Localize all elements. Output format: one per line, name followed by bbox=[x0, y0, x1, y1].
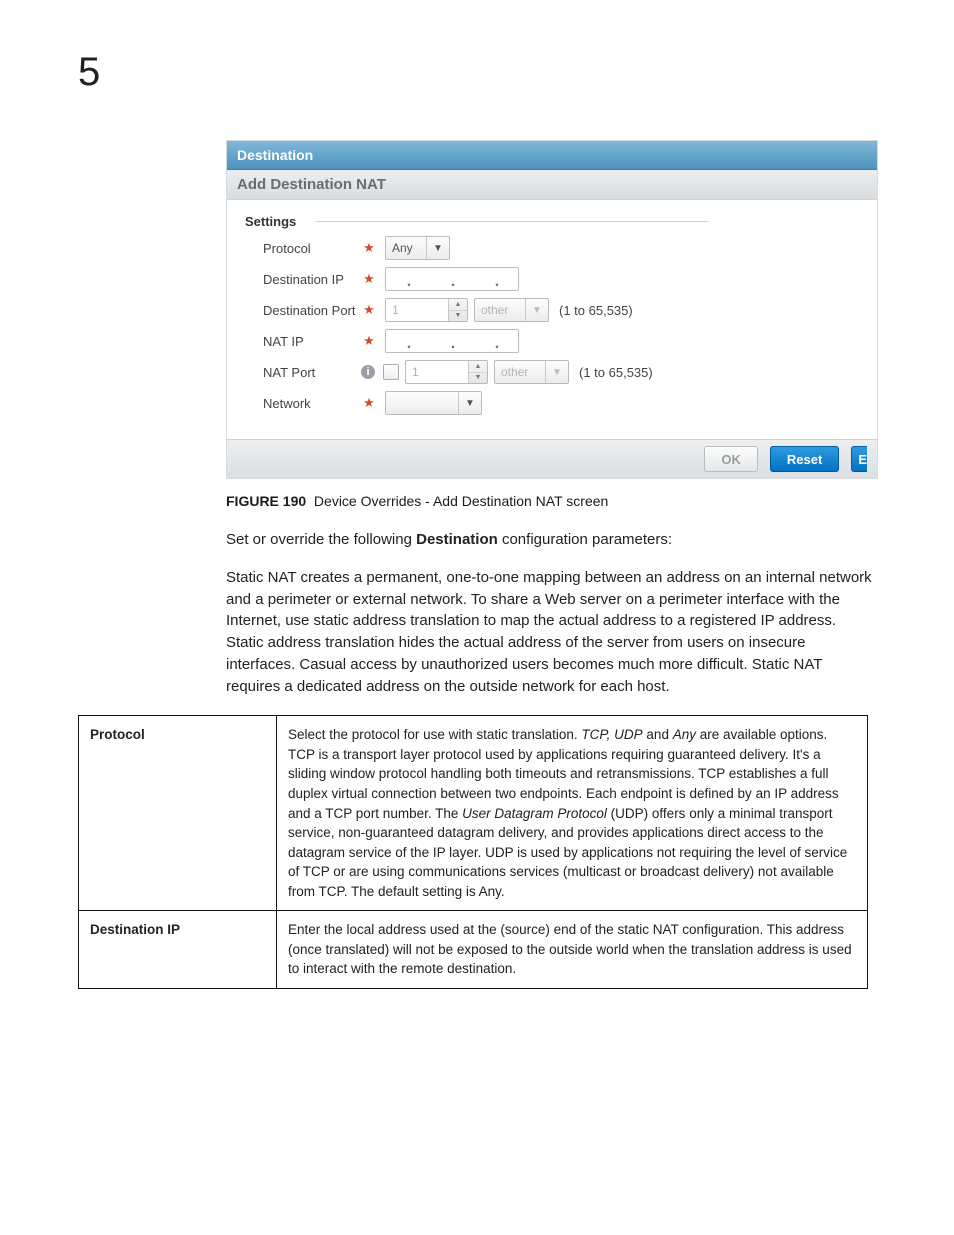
spinner-up-icon[interactable]: ▲ bbox=[449, 299, 467, 311]
destination-port-hint: (1 to 65,535) bbox=[559, 303, 633, 318]
destination-port-unit-select[interactable]: other ▼ bbox=[474, 298, 549, 322]
term-protocol: Protocol bbox=[79, 716, 277, 911]
protocol-select-value: Any bbox=[386, 241, 426, 255]
body-text: Set or override the following Destinatio… bbox=[226, 529, 876, 697]
label-protocol: Protocol bbox=[263, 241, 361, 256]
label-destination-ip: Destination IP bbox=[263, 272, 361, 287]
chapter-number: 5 bbox=[78, 50, 100, 95]
spinner-down-icon[interactable]: ▼ bbox=[469, 373, 487, 384]
info-icon: i bbox=[361, 365, 375, 379]
required-icon: ★ bbox=[361, 271, 377, 287]
table-row: Protocol Select the protocol for use wit… bbox=[79, 716, 868, 911]
intro-post: configuration parameters: bbox=[498, 531, 672, 548]
destination-port-spinner[interactable]: 1 ▲▼ bbox=[385, 298, 468, 322]
spinner-up-icon[interactable]: ▲ bbox=[469, 361, 487, 373]
label-network: Network bbox=[263, 396, 361, 411]
settings-fieldset-label: Settings bbox=[245, 214, 302, 229]
nat-port-hint: (1 to 65,535) bbox=[579, 365, 653, 380]
chevron-down-icon: ▼ bbox=[426, 237, 449, 259]
dialog-titlebar: Destination bbox=[227, 141, 877, 170]
label-nat-port: NAT Port bbox=[263, 365, 361, 380]
term-destination-ip: Destination IP bbox=[79, 911, 277, 989]
required-icon: ★ bbox=[361, 302, 377, 318]
nat-port-unit-value: other bbox=[495, 365, 545, 379]
static-nat-paragraph: Static NAT creates a permanent, one-to-o… bbox=[226, 567, 876, 698]
fieldset-divider bbox=[315, 221, 709, 222]
label-destination-port: Destination Port bbox=[263, 303, 361, 318]
nat-ip-input[interactable]: ... bbox=[385, 329, 519, 353]
row-network: Network ★ ▼ bbox=[263, 390, 859, 416]
ok-button[interactable]: OK bbox=[704, 446, 758, 472]
dialog-subtitle: Add Destination NAT bbox=[227, 170, 877, 200]
chevron-down-icon: ▼ bbox=[545, 361, 568, 383]
add-destination-nat-screenshot: Destination Add Destination NAT Settings… bbox=[226, 140, 878, 479]
figure-caption: FIGURE 190 Device Overrides - Add Destin… bbox=[226, 493, 876, 509]
row-destination-ip: Destination IP ★ ... bbox=[263, 266, 859, 292]
chevron-down-icon: ▼ bbox=[525, 299, 548, 321]
figure-title: Device Overrides - Add Destination NAT s… bbox=[314, 493, 608, 509]
protocol-select[interactable]: Any ▼ bbox=[385, 236, 450, 260]
nat-port-spinner[interactable]: 1 ▲▼ bbox=[405, 360, 488, 384]
destination-port-unit-value: other bbox=[475, 303, 525, 317]
row-destination-port: Destination Port ★ 1 ▲▼ other ▼ (1 to 65… bbox=[263, 297, 859, 323]
intro-pre: Set or override the following bbox=[226, 531, 416, 548]
spinner-down-icon[interactable]: ▼ bbox=[449, 311, 467, 322]
nat-port-unit-select[interactable]: other ▼ bbox=[494, 360, 569, 384]
exit-button-fragment[interactable]: E bbox=[851, 446, 867, 472]
row-nat-port: NAT Port i 1 ▲▼ other ▼ (1 to 65,535) bbox=[263, 359, 859, 385]
required-icon: ★ bbox=[361, 333, 377, 349]
label-nat-ip: NAT IP bbox=[263, 334, 361, 349]
chevron-down-icon: ▼ bbox=[458, 392, 481, 414]
figure-label: FIGURE 190 bbox=[226, 493, 306, 509]
table-row: Destination IP Enter the local address u… bbox=[79, 911, 868, 989]
row-protocol: Protocol ★ Any ▼ bbox=[263, 235, 859, 261]
network-select[interactable]: ▼ bbox=[385, 391, 482, 415]
dialog-footer: OK Reset E bbox=[227, 439, 877, 478]
nat-port-checkbox[interactable] bbox=[383, 364, 399, 380]
def-destination-ip: Enter the local address used at the (sou… bbox=[277, 911, 868, 989]
required-icon: ★ bbox=[361, 240, 377, 256]
def-protocol: Select the protocol for use with static … bbox=[277, 716, 868, 911]
row-nat-ip: NAT IP ★ ... bbox=[263, 328, 859, 354]
intro-bold: Destination bbox=[416, 531, 498, 548]
definition-table: Protocol Select the protocol for use wit… bbox=[78, 715, 868, 989]
required-icon: ★ bbox=[361, 395, 377, 411]
destination-port-value: 1 bbox=[386, 299, 448, 321]
reset-button[interactable]: Reset bbox=[770, 446, 839, 472]
destination-ip-input[interactable]: ... bbox=[385, 267, 519, 291]
nat-port-value: 1 bbox=[406, 361, 468, 383]
